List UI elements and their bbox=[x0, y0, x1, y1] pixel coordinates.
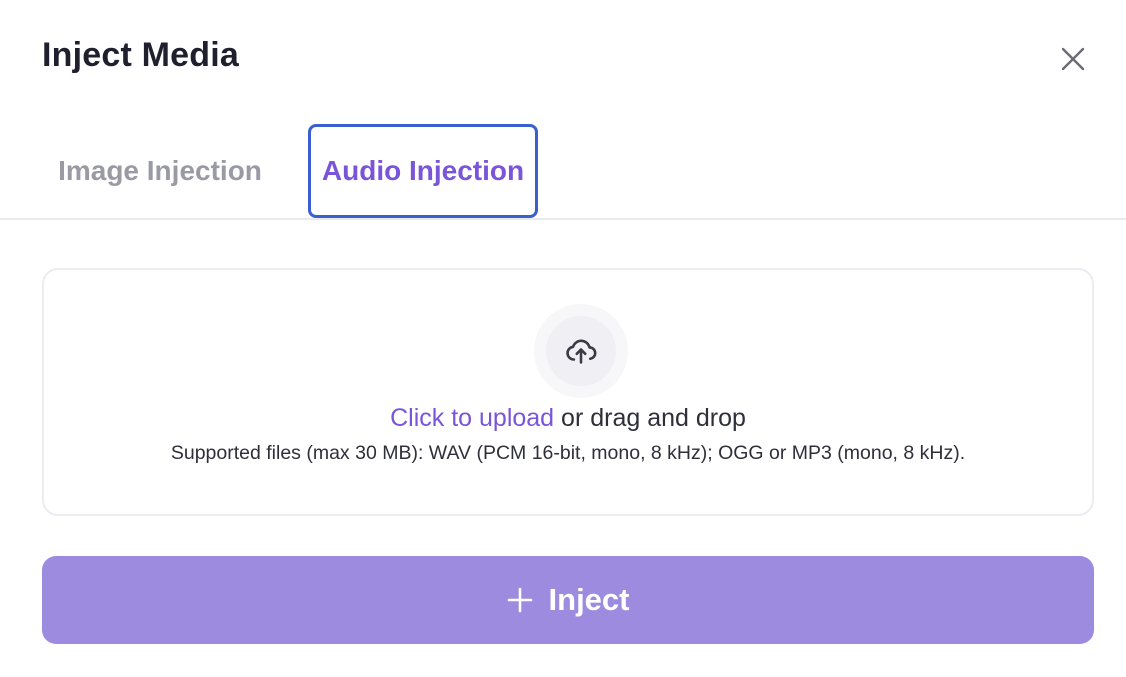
modal-title: Inject Media bbox=[42, 36, 240, 74]
click-to-upload-link[interactable]: Click to upload bbox=[390, 404, 554, 432]
close-button[interactable] bbox=[1052, 38, 1094, 80]
inject-media-modal: Inject Media Image Injection Audio Injec… bbox=[0, 0, 1126, 677]
inject-button[interactable]: Inject bbox=[42, 556, 1094, 644]
tab-image-injection[interactable]: Image Injection bbox=[40, 124, 280, 218]
cloud-upload-icon bbox=[566, 339, 597, 364]
upload-icon-badge bbox=[534, 304, 628, 398]
supported-files-text: Supported files (max 30 MB): WAV (PCM 16… bbox=[170, 442, 966, 464]
inject-button-label: Inject bbox=[548, 582, 630, 617]
plus-icon bbox=[507, 587, 532, 613]
drag-and-drop-text: or drag and drop bbox=[554, 404, 746, 432]
close-icon bbox=[1061, 47, 1085, 71]
upload-dropzone[interactable]: Click to upload or drag and drop Support… bbox=[42, 268, 1094, 516]
upload-instructions: Click to upload or drag and drop bbox=[44, 404, 1092, 433]
tab-audio-injection[interactable]: Audio Injection bbox=[308, 124, 538, 218]
tab-bar: Image Injection Audio Injection bbox=[0, 124, 1126, 220]
